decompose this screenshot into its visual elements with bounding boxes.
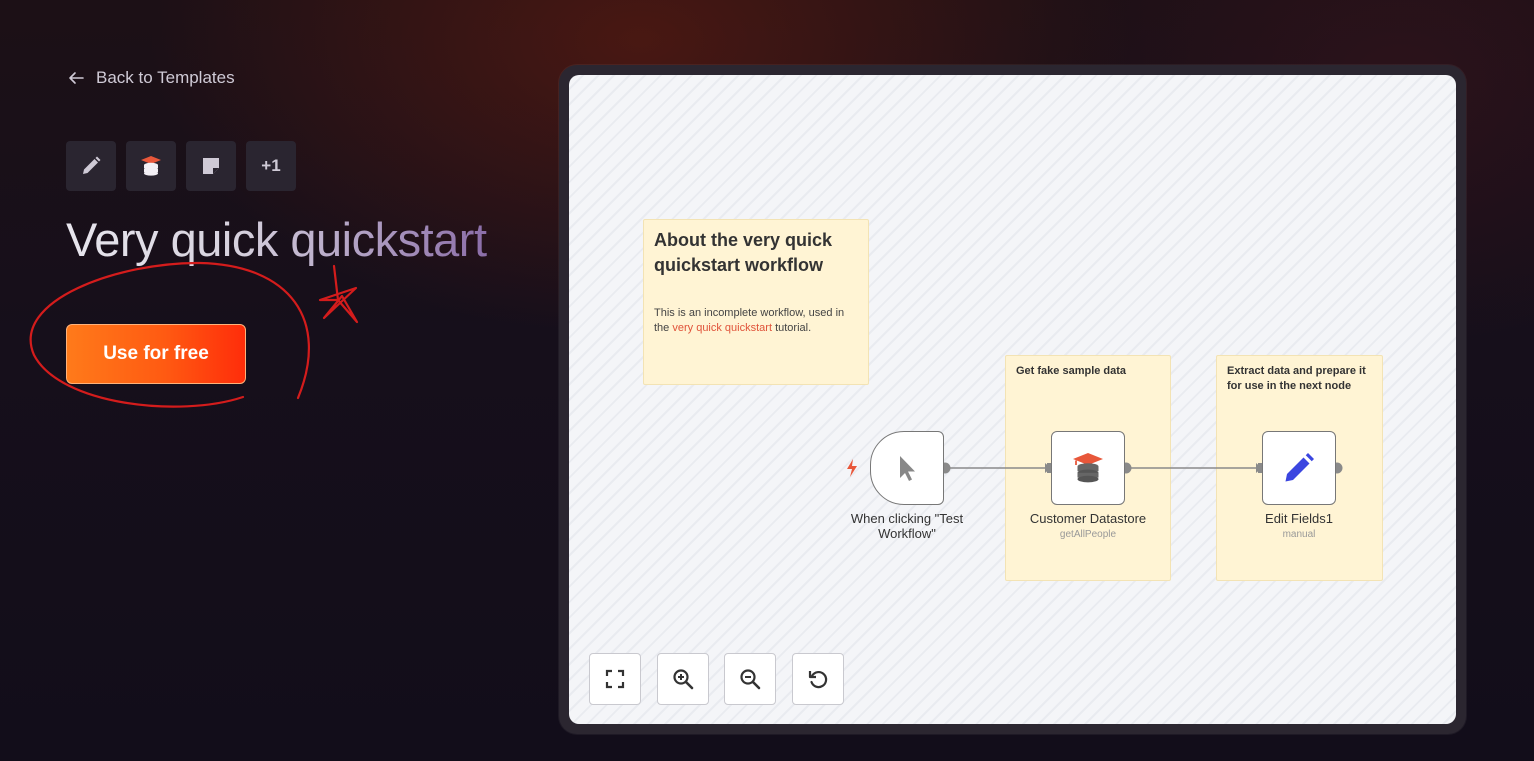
zoom-out-button[interactable] — [724, 653, 776, 705]
node-customer-datastore[interactable] — [1051, 431, 1125, 505]
node-manual-trigger[interactable] — [870, 431, 944, 505]
reset-zoom-button[interactable] — [792, 653, 844, 705]
node-label: Edit Fields1 — [1265, 511, 1333, 526]
node-subtitle: manual — [1282, 529, 1316, 540]
node-edit-fields[interactable] — [1262, 431, 1336, 505]
trigger-bolt-icon — [847, 459, 857, 477]
pencil-icon — [1285, 453, 1314, 482]
reset-zoom-icon — [808, 671, 828, 689]
node-label: When clicking "Test Workflow" — [850, 511, 964, 541]
pencil-icon — [83, 156, 101, 174]
template-title: Very quick quickstart — [66, 213, 487, 266]
node-tags: +1 — [66, 141, 296, 191]
zoom-in-icon — [673, 669, 694, 690]
more-count-label: +1 — [261, 156, 281, 175]
workflow-preview-frame: About the very quick quickstart workflow… — [559, 65, 1466, 734]
workflow-canvas[interactable]: About the very quick quickstart workflow… — [569, 75, 1456, 724]
tag-edit-fields — [66, 141, 116, 191]
fit-view-button[interactable] — [589, 653, 641, 705]
cursor-icon — [900, 456, 915, 481]
zoom-out-icon — [740, 669, 761, 690]
back-to-templates-link[interactable]: Back to Templates — [66, 66, 235, 90]
zoom-in-button[interactable] — [657, 653, 709, 705]
tag-more-count: +1 — [246, 141, 296, 191]
connections — [939, 462, 1343, 474]
use-for-free-button[interactable]: Use for free — [66, 324, 246, 384]
node-label: Customer Datastore — [1029, 511, 1147, 526]
tag-sticky-note — [186, 141, 236, 191]
tag-customer-datastore — [126, 141, 176, 191]
database-icon — [141, 156, 161, 176]
sticky-note-icon — [203, 158, 219, 174]
arrow-left-icon — [69, 72, 84, 84]
node-subtitle: getAllPeople — [1059, 529, 1117, 540]
back-link-label: Back to Templates — [96, 68, 235, 87]
database-icon — [1073, 453, 1103, 483]
fit-view-icon — [605, 669, 625, 689]
